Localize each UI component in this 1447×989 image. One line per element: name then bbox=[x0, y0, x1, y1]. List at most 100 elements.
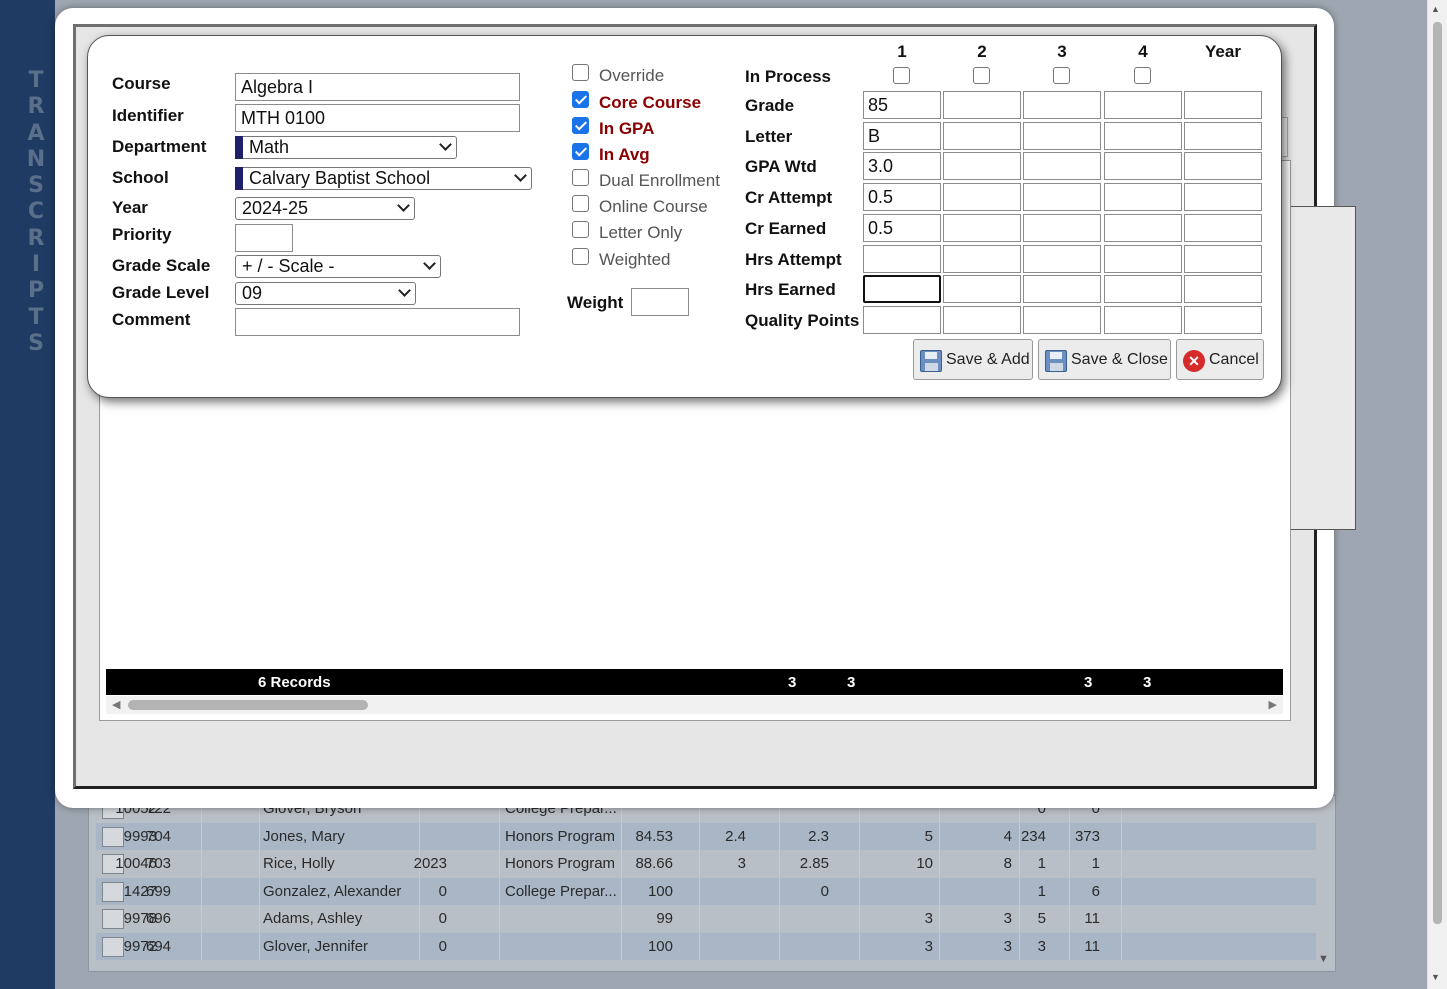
grade-cell-input[interactable] bbox=[943, 244, 1021, 273]
grade-cell-input[interactable] bbox=[863, 275, 941, 304]
school-label: School bbox=[112, 168, 169, 187]
save-add-button[interactable]: Save & Add bbox=[913, 339, 1033, 380]
grade-cell-input[interactable] bbox=[1104, 152, 1182, 181]
grade-cell-input[interactable] bbox=[1184, 244, 1262, 273]
grade-cell-input[interactable] bbox=[943, 91, 1021, 119]
table-row[interactable]: 694 9972 Glover, Jennifer 0 100 3 3 3 11 bbox=[96, 933, 1316, 960]
in-process-checkbox[interactable] bbox=[1134, 67, 1151, 84]
grade-cell-input[interactable]: B bbox=[863, 121, 941, 150]
grade-cell-input[interactable]: 85 bbox=[863, 91, 941, 119]
row-select-checkbox[interactable] bbox=[102, 826, 124, 847]
grade-cell-input[interactable] bbox=[1184, 305, 1262, 334]
background-side-panel bbox=[1286, 206, 1356, 530]
grade-cell-input[interactable] bbox=[1023, 305, 1101, 334]
in-process-checkbox[interactable] bbox=[973, 67, 990, 84]
required-marker bbox=[235, 136, 243, 159]
grade-cell-input[interactable] bbox=[1023, 91, 1101, 119]
column-divider bbox=[419, 933, 420, 960]
cell-c6: 11 bbox=[1084, 910, 1100, 928]
grade-cell-input[interactable]: 0.5 bbox=[863, 183, 941, 212]
grade-cell-input[interactable] bbox=[943, 121, 1021, 150]
grade-cell-input[interactable] bbox=[943, 275, 1021, 304]
course-input[interactable]: Algebra I bbox=[235, 73, 520, 101]
grade-cell-input[interactable] bbox=[1104, 91, 1182, 119]
grade-cell-input[interactable] bbox=[1184, 152, 1262, 181]
column-divider bbox=[1121, 822, 1122, 850]
in-process-checkbox[interactable] bbox=[1053, 67, 1070, 84]
grade-scale-select[interactable]: + / - Scale - bbox=[235, 255, 441, 278]
grade-cell-input[interactable] bbox=[1184, 213, 1262, 242]
table-scroll-down-icon[interactable]: ▼ bbox=[1318, 953, 1329, 965]
in-process-checkbox[interactable] bbox=[893, 67, 910, 84]
grade-cell-input[interactable] bbox=[943, 183, 1021, 212]
grade-cell-input[interactable] bbox=[1023, 213, 1101, 242]
grade-cell-input[interactable] bbox=[1184, 275, 1262, 304]
priority-input[interactable] bbox=[235, 224, 293, 252]
cell-c1: 3 bbox=[737, 855, 746, 873]
comment-input[interactable] bbox=[235, 308, 520, 336]
scrollbar-thumb[interactable] bbox=[1433, 22, 1442, 924]
row-select-checkbox[interactable] bbox=[102, 937, 124, 957]
option-label: Core Course bbox=[599, 93, 702, 112]
grade-cell-input[interactable] bbox=[1104, 213, 1182, 242]
grade-cell-input[interactable] bbox=[1023, 275, 1101, 304]
identifier-input[interactable]: MTH 0100 bbox=[235, 104, 520, 132]
department-select[interactable]: Math bbox=[235, 136, 457, 159]
table-row[interactable]: 699 1427 Gonzalez, Alexander 0 College Prepa… bbox=[96, 877, 1316, 905]
weight-input[interactable] bbox=[631, 288, 689, 316]
cancel-button[interactable]: ✕ Cancel bbox=[1176, 339, 1264, 380]
grade-cell-input[interactable] bbox=[1184, 121, 1262, 150]
save-close-button[interactable]: Save & Close bbox=[1038, 339, 1171, 380]
option-checkbox[interactable] bbox=[572, 248, 589, 265]
row-select-checkbox[interactable] bbox=[102, 909, 124, 930]
save-add-label: Save & Add bbox=[946, 351, 1030, 368]
table-row[interactable]: 704 9993 Jones, Mary Honors Program 84.53 2.4… bbox=[96, 822, 1316, 850]
grade-cell-input[interactable] bbox=[1184, 183, 1262, 212]
cell-c1: 2.4 bbox=[725, 827, 746, 845]
save-close-label: Save & Close bbox=[1071, 351, 1168, 368]
option-checkbox[interactable] bbox=[572, 169, 589, 186]
grade-cell-input[interactable] bbox=[1104, 121, 1182, 150]
option-checkbox[interactable] bbox=[572, 64, 589, 81]
option-label: Letter Only bbox=[599, 223, 683, 242]
grade-cell-input[interactable] bbox=[943, 213, 1021, 242]
grade-cell-input[interactable] bbox=[943, 152, 1021, 181]
scroll-left-icon[interactable]: ◀ bbox=[112, 698, 120, 711]
grade-cell-input[interactable] bbox=[1023, 244, 1101, 273]
table-row[interactable]: 696 9978 Adams, Ashley 0 99 3 3 5 11 bbox=[96, 905, 1316, 933]
grade-cell-input[interactable] bbox=[1104, 183, 1182, 212]
grade-cell-input[interactable] bbox=[1023, 121, 1101, 150]
row-select-checkbox[interactable] bbox=[102, 881, 124, 902]
scroll-down-icon[interactable]: ▼ bbox=[1431, 972, 1443, 984]
option-label: Override bbox=[599, 66, 665, 85]
option-checkbox[interactable] bbox=[572, 91, 589, 108]
school-select[interactable]: Calvary Baptist School bbox=[235, 167, 532, 190]
option-checkbox[interactable] bbox=[572, 195, 589, 212]
cell-year: 0 bbox=[438, 910, 447, 928]
column-divider bbox=[1019, 822, 1020, 850]
grade-cell-input[interactable] bbox=[943, 305, 1021, 334]
grade-level-select[interactable]: 09 bbox=[235, 282, 416, 305]
grade-cell-input[interactable] bbox=[1023, 152, 1101, 181]
grade-cell-input[interactable] bbox=[1104, 275, 1182, 304]
column-divider bbox=[1121, 850, 1122, 878]
option-checkbox[interactable] bbox=[572, 143, 589, 160]
cell-c6: 6 bbox=[1091, 882, 1100, 900]
grade-cell-input[interactable] bbox=[863, 305, 941, 334]
grade-cell-input[interactable]: 0.5 bbox=[863, 213, 941, 242]
scroll-up-icon[interactable]: ▲ bbox=[1431, 4, 1443, 16]
grade-cell-input[interactable] bbox=[863, 244, 941, 273]
option-checkbox[interactable] bbox=[572, 117, 589, 134]
option-checkbox[interactable] bbox=[572, 221, 589, 238]
chevron-down-icon bbox=[397, 199, 410, 212]
grade-cell-input[interactable]: 3.0 bbox=[863, 152, 941, 181]
horizontal-scroll-thumb[interactable] bbox=[128, 700, 368, 710]
year-select[interactable]: 2024-25 bbox=[235, 197, 415, 220]
grade-cell-input[interactable] bbox=[1104, 305, 1182, 334]
horizontal-scrollbar[interactable]: ◀ ▶ bbox=[106, 696, 1283, 714]
grade-cell-input[interactable] bbox=[1184, 91, 1262, 119]
scroll-right-icon[interactable]: ▶ bbox=[1269, 698, 1277, 711]
grade-cell-input[interactable] bbox=[1023, 183, 1101, 212]
grade-cell-input[interactable] bbox=[1104, 244, 1182, 273]
table-row[interactable]: 703 10046 Rice, Holly 2023 Honors Program 88.… bbox=[96, 850, 1316, 878]
